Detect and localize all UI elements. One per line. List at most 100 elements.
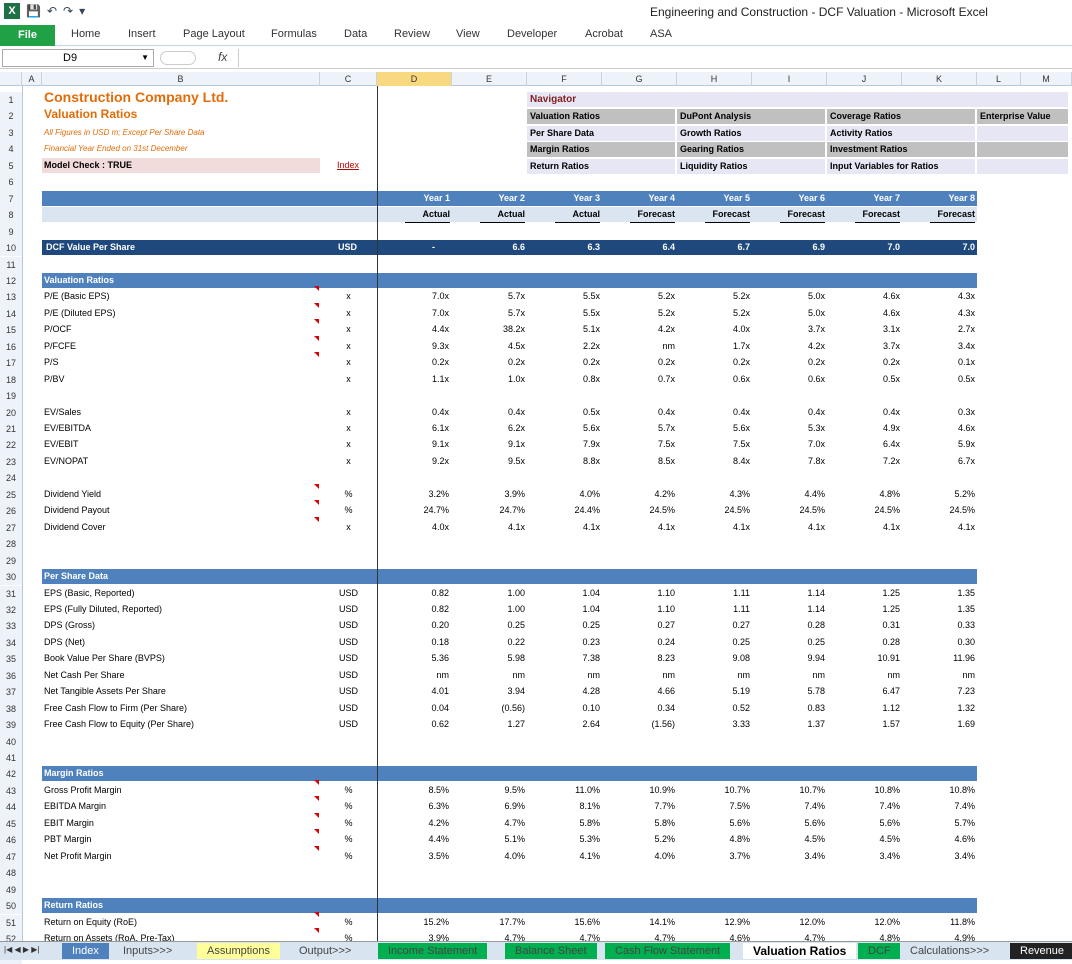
- row-header[interactable]: 37: [0, 684, 22, 701]
- row-header[interactable]: 15: [0, 322, 22, 339]
- column-header-e[interactable]: E: [452, 72, 527, 86]
- chevron-down-icon[interactable]: ▼: [141, 50, 149, 66]
- sheet-tab-inputs[interactable]: Inputs>>>: [113, 943, 183, 959]
- comment-indicator[interactable]: [314, 516, 319, 522]
- ribbon-tab-insert[interactable]: Insert: [128, 28, 156, 40]
- fx-icon[interactable]: fx: [218, 50, 227, 64]
- sheet-nav-arrows[interactable]: |◀ ◀ ▶ ▶|: [4, 945, 39, 954]
- row-header[interactable]: 6: [0, 174, 22, 191]
- ribbon-tab-formulas[interactable]: Formulas: [271, 28, 317, 40]
- row-header[interactable]: 44: [0, 799, 22, 816]
- row-header[interactable]: 14: [0, 305, 22, 323]
- row-header[interactable]: 38: [0, 700, 22, 718]
- column-header-k[interactable]: K: [902, 72, 977, 86]
- row-header[interactable]: 21: [0, 421, 22, 438]
- ribbon-tab-review[interactable]: Review: [394, 28, 430, 40]
- comment-indicator[interactable]: [314, 335, 319, 341]
- comment-indicator[interactable]: [314, 286, 319, 292]
- row-header[interactable]: 41: [0, 750, 22, 767]
- comment-indicator[interactable]: [314, 319, 319, 325]
- navigator-link[interactable]: Enterprise Value: [977, 109, 1068, 125]
- row-header[interactable]: 47: [0, 848, 22, 866]
- ribbon-tab-asa[interactable]: ASA: [650, 28, 672, 40]
- comment-indicator[interactable]: [314, 829, 319, 835]
- comment-indicator[interactable]: [314, 483, 319, 489]
- ribbon-tab-page-layout[interactable]: Page Layout: [183, 28, 245, 40]
- row-header[interactable]: 50: [0, 898, 22, 915]
- sheet-tab-index[interactable]: Index: [62, 943, 109, 959]
- row-header[interactable]: 22: [0, 437, 22, 454]
- row-header[interactable]: 27: [0, 519, 22, 537]
- sheet-tab-income-statement[interactable]: Income Statement: [378, 943, 488, 959]
- sheet-tab-assumptions[interactable]: Assumptions: [197, 943, 280, 959]
- navigator-link[interactable]: DuPont Analysis: [677, 109, 825, 125]
- sheet-tab-valuation-ratios[interactable]: Valuation Ratios: [743, 943, 857, 959]
- comment-indicator[interactable]: [314, 812, 319, 818]
- sheet-tab-dcf[interactable]: DCF: [858, 943, 901, 959]
- row-header[interactable]: 40: [0, 733, 22, 750]
- navigator-link[interactable]: Gearing Ratios: [677, 142, 825, 158]
- row-header[interactable]: 46: [0, 832, 22, 849]
- sheet-tab-cash-flow-statement[interactable]: Cash Flow Statement: [605, 943, 731, 959]
- column-header-c[interactable]: C: [320, 72, 377, 86]
- row-header[interactable]: 51: [0, 914, 22, 931]
- comment-indicator[interactable]: [314, 302, 319, 308]
- row-header[interactable]: 4: [0, 141, 22, 158]
- row-header[interactable]: 19: [0, 388, 22, 405]
- index-link[interactable]: Index: [337, 158, 359, 173]
- ribbon-tab-developer[interactable]: Developer: [507, 28, 557, 40]
- row-header[interactable]: 33: [0, 618, 22, 635]
- row-header[interactable]: 30: [0, 569, 22, 586]
- navigator-link[interactable]: Liquidity Ratios: [677, 158, 825, 174]
- row-header[interactable]: 23: [0, 453, 22, 471]
- ribbon-tab-data[interactable]: Data: [344, 28, 367, 40]
- sheet-tab-output[interactable]: Output>>>: [289, 943, 362, 959]
- navigator-link[interactable]: Investment Ratios: [827, 142, 975, 158]
- row-header[interactable]: 48: [0, 865, 22, 882]
- navigator-link[interactable]: Margin Ratios: [527, 142, 675, 158]
- row-header[interactable]: 25: [0, 486, 22, 504]
- sheet-tab-calculations[interactable]: Calculations>>>: [900, 943, 1000, 959]
- row-header[interactable]: 9: [0, 223, 22, 241]
- row-header[interactable]: 24: [0, 470, 22, 487]
- row-header[interactable]: 3: [0, 124, 22, 142]
- navigator-link[interactable]: Growth Ratios: [677, 125, 825, 141]
- row-header[interactable]: 1: [0, 92, 22, 109]
- navigator-link[interactable]: Return Ratios: [527, 158, 675, 174]
- save-icon[interactable]: 💾: [26, 4, 41, 18]
- name-box[interactable]: D9 ▼: [2, 49, 154, 67]
- row-header[interactable]: 2: [0, 108, 22, 125]
- select-all-corner[interactable]: [0, 72, 22, 86]
- comment-indicator[interactable]: [314, 352, 319, 358]
- comment-indicator[interactable]: [314, 779, 319, 785]
- comment-indicator[interactable]: [314, 927, 319, 933]
- navigator-link[interactable]: Valuation Ratios: [527, 109, 675, 125]
- formula-input[interactable]: [238, 49, 1070, 67]
- comment-indicator[interactable]: [314, 796, 319, 802]
- ribbon-tab-view[interactable]: View: [456, 28, 480, 40]
- row-header[interactable]: 32: [0, 601, 22, 619]
- row-header[interactable]: 45: [0, 815, 22, 833]
- column-header-a[interactable]: A: [22, 72, 42, 86]
- column-header-g[interactable]: G: [602, 72, 677, 86]
- row-header[interactable]: 43: [0, 782, 22, 800]
- column-header-d[interactable]: D: [377, 72, 452, 86]
- comment-indicator[interactable]: [314, 845, 319, 851]
- row-header[interactable]: 26: [0, 503, 22, 520]
- column-header-i[interactable]: I: [752, 72, 827, 86]
- ribbon-tab-home[interactable]: Home: [71, 28, 100, 40]
- column-header-f[interactable]: F: [527, 72, 602, 86]
- column-header-h[interactable]: H: [677, 72, 752, 86]
- row-header[interactable]: 17: [0, 355, 22, 372]
- row-header[interactable]: 7: [0, 190, 22, 208]
- column-header-j[interactable]: J: [827, 72, 902, 86]
- row-header[interactable]: 11: [0, 256, 22, 273]
- redo-icon[interactable]: ↷: [63, 4, 73, 18]
- row-header[interactable]: 8: [0, 207, 22, 224]
- navigator-link[interactable]: Activity Ratios: [827, 125, 975, 141]
- navigator-link[interactable]: Input Variables for Ratios: [827, 158, 975, 174]
- row-header[interactable]: 29: [0, 552, 22, 570]
- row-header[interactable]: 28: [0, 536, 22, 553]
- comment-indicator[interactable]: [314, 500, 319, 506]
- sheet-tab-balance-sheet[interactable]: Balance Sheet: [505, 943, 597, 959]
